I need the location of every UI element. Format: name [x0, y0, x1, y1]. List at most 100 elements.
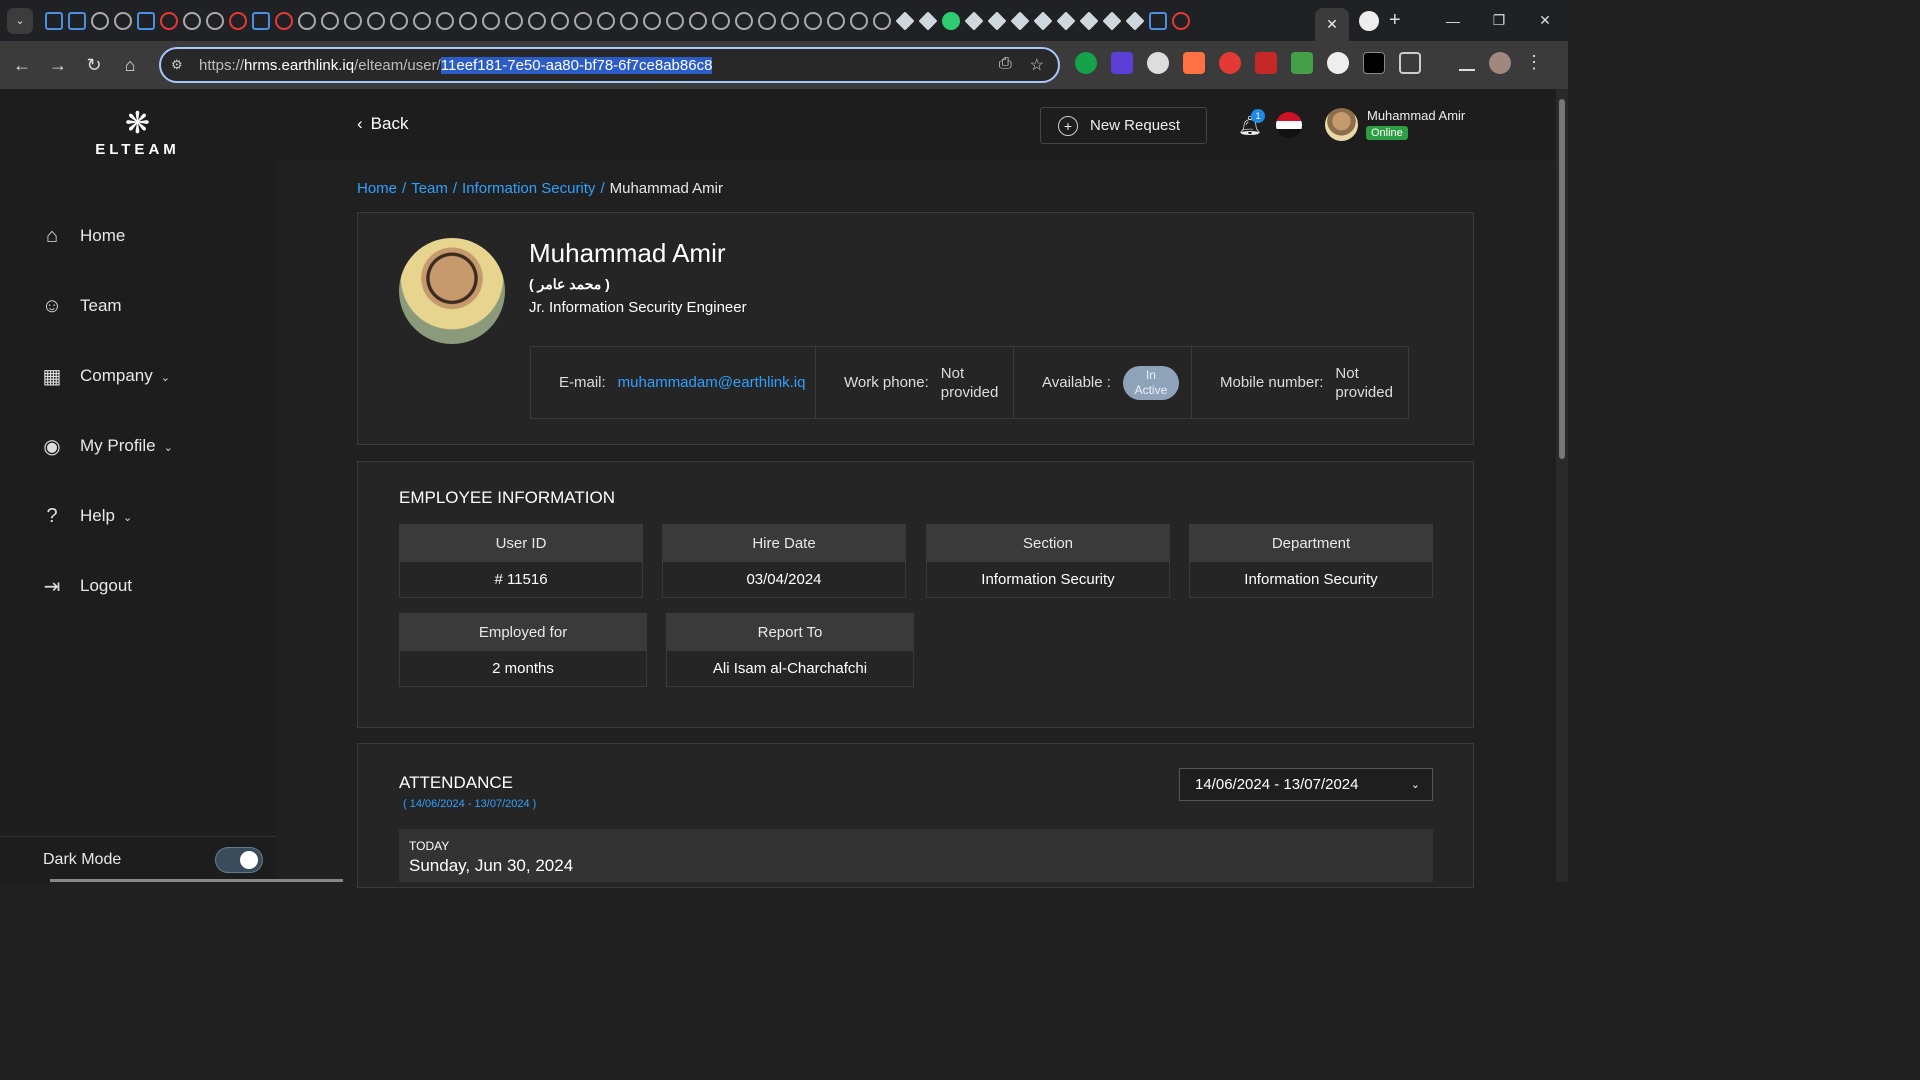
tab-favicon[interactable]: [1010, 11, 1030, 30]
tab-favicon[interactable]: [413, 11, 431, 30]
tab-favicon[interactable]: [827, 11, 845, 30]
tab-favicon[interactable]: [964, 11, 984, 30]
tab-favicon[interactable]: [68, 11, 86, 30]
dark-mode-toggle[interactable]: [215, 847, 263, 873]
home-browser-icon[interactable]: ⌂: [112, 47, 148, 83]
restore-icon[interactable]: ❐: [1476, 0, 1522, 41]
bookmark-star-icon[interactable]: ☆: [1030, 55, 1044, 75]
tab-favicon[interactable]: [252, 11, 270, 30]
forward-arrow-icon[interactable]: →: [40, 47, 76, 83]
tab-favicon[interactable]: [574, 11, 592, 30]
extension-icon[interactable]: [1291, 52, 1313, 74]
github-tab-icon[interactable]: [1359, 10, 1379, 31]
tab-favicon[interactable]: [942, 11, 960, 30]
tab-favicon[interactable]: [321, 11, 339, 30]
download-icon[interactable]: [1459, 55, 1475, 71]
scrollbar-thumb[interactable]: [1559, 99, 1565, 459]
tab-favicon[interactable]: [367, 11, 385, 30]
tab-favicon[interactable]: [1056, 11, 1076, 30]
tab-favicon[interactable]: [1125, 11, 1145, 30]
tab-favicon[interactable]: [758, 11, 776, 30]
tab-favicon[interactable]: [643, 11, 661, 30]
extension-icon[interactable]: [1327, 52, 1349, 74]
iraq-flag-icon[interactable]: [1276, 112, 1302, 138]
active-tab[interactable]: ✕: [1315, 8, 1349, 41]
tab-favicon[interactable]: [1079, 11, 1099, 30]
tab-favicon[interactable]: [206, 11, 224, 30]
profile-avatar-icon[interactable]: [1489, 52, 1511, 74]
tab-favicon[interactable]: [873, 11, 891, 30]
close-tab-icon[interactable]: ✕: [1326, 16, 1338, 33]
sidebar-item-logout[interactable]: ⇥ Logout: [40, 571, 132, 601]
back-arrow-icon[interactable]: ←: [4, 47, 40, 83]
tab-favicon[interactable]: [1149, 11, 1167, 30]
url-text[interactable]: https://hrms.earthlink.iq/elteam/user/11…: [199, 56, 713, 74]
tab-favicon[interactable]: [620, 11, 638, 30]
sidebar-item-team[interactable]: ☺ Team: [40, 291, 122, 321]
elteam-logo[interactable]: ❋ ELTEAM: [80, 107, 195, 158]
extension-icon[interactable]: [1255, 52, 1277, 74]
tab-favicon[interactable]: [229, 11, 247, 30]
sidebar-item-company[interactable]: ▦ Company ⌄: [40, 361, 170, 391]
tab-favicon[interactable]: [666, 11, 684, 30]
install-app-icon[interactable]: ⎙: [999, 55, 1012, 75]
report-to-link[interactable]: Ali Isam al-Charchafchi: [667, 651, 913, 686]
tab-favicon[interactable]: [275, 11, 293, 30]
tab-favicon[interactable]: [528, 11, 546, 30]
tab-favicon[interactable]: [91, 11, 109, 30]
medium-icon[interactable]: [1363, 52, 1385, 74]
tab-favicon[interactable]: [183, 11, 201, 30]
site-info-icon[interactable]: ⚙: [171, 57, 191, 73]
tab-favicon[interactable]: [804, 11, 822, 30]
tab-favicon[interactable]: [114, 11, 132, 30]
breadcrumb-section[interactable]: Information Security: [462, 180, 595, 197]
back-button[interactable]: ‹ Back: [357, 114, 408, 134]
tab-favicon[interactable]: [1102, 11, 1122, 30]
tab-favicon[interactable]: [781, 11, 799, 30]
tab-favicon[interactable]: [298, 11, 316, 30]
breadcrumb-team[interactable]: Team: [411, 180, 448, 197]
tab-favicon[interactable]: [597, 11, 615, 30]
puzzle-icon[interactable]: [1399, 52, 1421, 74]
extension-icon[interactable]: [1219, 52, 1241, 74]
tab-favicon[interactable]: [505, 11, 523, 30]
tab-favicon[interactable]: [482, 11, 500, 30]
new-tab-icon[interactable]: +: [1389, 9, 1401, 32]
attendance-range-select[interactable]: 14/06/2024 - 13/07/2024 ⌄: [1179, 768, 1433, 801]
tab-favicon[interactable]: [436, 11, 454, 30]
tab-favicon[interactable]: [712, 11, 730, 30]
tab-favicon[interactable]: [895, 11, 915, 30]
tab-favicon[interactable]: [987, 11, 1007, 30]
tab-favicon[interactable]: [390, 11, 408, 30]
address-bar[interactable]: ⚙ https://hrms.earthlink.iq/elteam/user/…: [159, 47, 1060, 83]
tab-favicon[interactable]: [1172, 11, 1190, 30]
tab-favicon[interactable]: [735, 11, 753, 30]
sidebar-item-help[interactable]: ? Help ⌄: [40, 501, 132, 531]
tab-search-icon[interactable]: ⌄: [7, 7, 33, 34]
close-window-icon[interactable]: ✕: [1522, 0, 1568, 41]
tab-favicon[interactable]: [551, 11, 569, 30]
sidebar-item-home[interactable]: ⌂ Home: [40, 221, 125, 251]
reload-icon[interactable]: ↻: [76, 47, 112, 83]
tab-favicon[interactable]: [137, 11, 155, 30]
tab-favicon[interactable]: [689, 11, 707, 30]
tab-favicon[interactable]: [918, 11, 938, 30]
tab-favicon[interactable]: [160, 11, 178, 30]
tab-favicon[interactable]: [45, 11, 63, 30]
tab-favicon[interactable]: [1033, 11, 1053, 30]
extension-icon[interactable]: [1183, 52, 1205, 74]
tab-favicon[interactable]: [344, 11, 362, 30]
grammarly-icon[interactable]: [1075, 52, 1097, 74]
tab-favicon[interactable]: [459, 11, 477, 30]
user-avatar[interactable]: [1325, 108, 1358, 141]
extension-icon[interactable]: [1111, 52, 1133, 74]
extension-icon[interactable]: [1147, 52, 1169, 74]
horizontal-scrollbar[interactable]: [50, 879, 343, 882]
minimize-icon[interactable]: —: [1430, 0, 1476, 41]
breadcrumb-home[interactable]: Home: [357, 180, 397, 197]
tab-favicon[interactable]: [850, 11, 868, 30]
new-request-button[interactable]: + New Request: [1040, 107, 1207, 144]
sidebar-item-my-profile[interactable]: ◉ My Profile ⌄: [40, 431, 173, 461]
menu-dots-icon[interactable]: ⋮: [1525, 52, 1547, 74]
vertical-scrollbar[interactable]: [1556, 89, 1568, 882]
